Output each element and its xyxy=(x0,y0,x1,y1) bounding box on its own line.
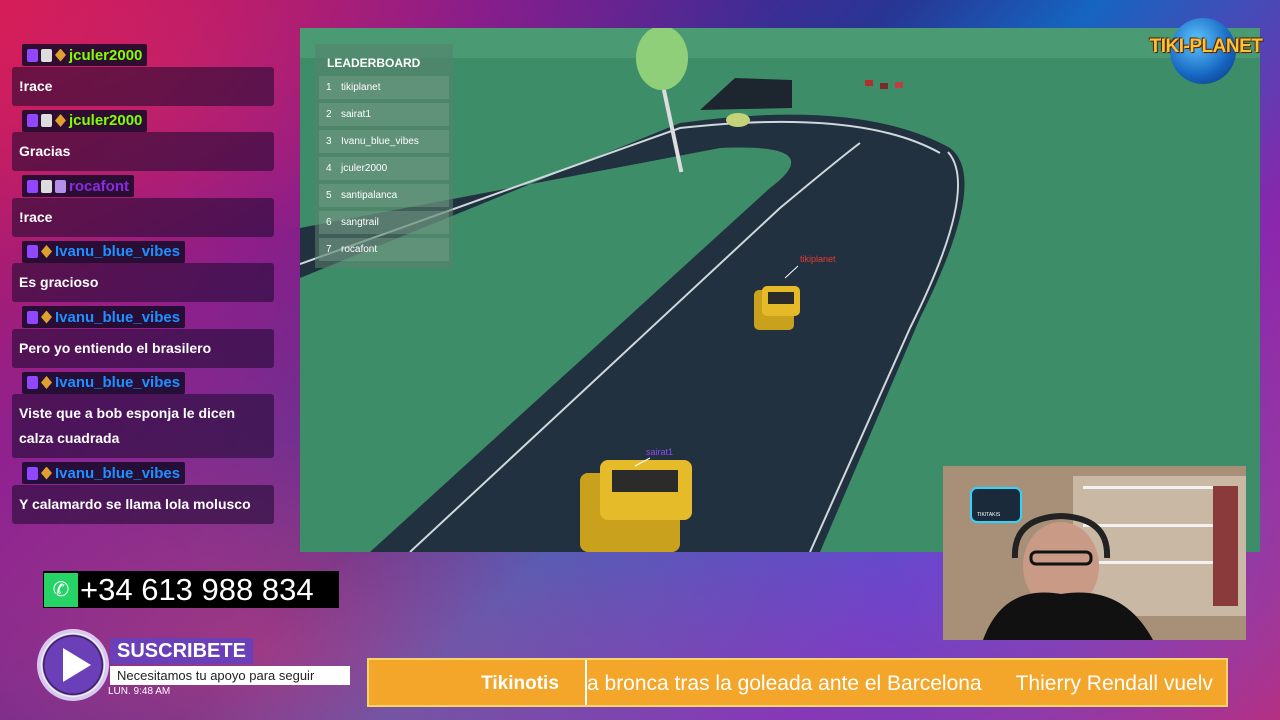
leaderboard-rank: 6 xyxy=(326,217,332,228)
leaderboard-rank: 3 xyxy=(326,136,332,147)
twitch-badge-icon xyxy=(27,466,38,480)
leaderboard-name: santipalanca xyxy=(341,190,398,201)
leaderboard-rank: 1 xyxy=(326,82,332,93)
avatar-badge-icon xyxy=(41,114,52,127)
gem-badge-icon xyxy=(55,114,66,127)
chat-username: jculer2000 xyxy=(69,46,143,64)
chat-text: !race xyxy=(12,197,274,237)
chat-message: rocafont !race xyxy=(12,175,274,237)
chat-username: jculer2000 xyxy=(69,112,143,129)
twitch-badge-icon xyxy=(27,245,38,258)
leaderboard-row: 5 santipalanca xyxy=(319,184,449,207)
webcam-feed: TIKITAKIS xyxy=(943,466,1246,640)
leaderboard-row: 1 tikiplanet xyxy=(319,76,449,99)
gem-badge-icon xyxy=(41,245,52,258)
chat-message: jculer2000 Gracias xyxy=(12,109,274,171)
chat-message: Ivanu_blue_vibes Es gracioso xyxy=(12,240,274,302)
whatsapp-icon: ✆ xyxy=(44,572,78,607)
twitch-badge-icon xyxy=(27,114,38,127)
chat-text: !race xyxy=(12,66,274,106)
leaderboard-row: 6 sangtrail xyxy=(319,211,449,234)
leaderboard-rank: 2 xyxy=(326,109,332,120)
chat-text: Gracias xyxy=(12,132,274,171)
subscribe-title: SUSCRIBETE xyxy=(110,638,253,664)
webcam-sign-text: TIKITAKIS xyxy=(977,512,1001,518)
leaderboard-name: sangtrail xyxy=(341,217,379,228)
gem-badge-icon xyxy=(41,466,52,480)
leaderboard-row: 7 rocafont xyxy=(319,238,449,261)
tiki-planet-logo: TIKI-PLANET xyxy=(1148,18,1264,86)
chat-text: Es gracioso xyxy=(12,263,274,302)
twitch-badge-icon xyxy=(27,179,38,193)
gift-badge-icon xyxy=(55,179,66,193)
leaderboard-name: sairat1 xyxy=(341,109,372,120)
chat-username: Ivanu_blue_vibes xyxy=(55,308,181,326)
leaderboard-title: LEADERBOARD xyxy=(327,56,421,70)
chat-user-tag: Ivanu_blue_vibes xyxy=(22,240,186,263)
car-label-tikiplanet: tikiplanet xyxy=(800,254,836,264)
chat-user-tag: Ivanu_blue_vibes xyxy=(22,306,186,328)
leaderboard-name: jculer2000 xyxy=(341,163,388,174)
chat-username: Ivanu_blue_vibes xyxy=(55,243,181,260)
leaderboard-name: Ivanu_blue_vibes xyxy=(341,136,419,147)
chat-username: Ivanu_blue_vibes xyxy=(55,464,181,482)
chat-user-tag: Ivanu_blue_vibes xyxy=(22,371,186,394)
subscribe-button[interactable] xyxy=(37,629,109,701)
leaderboard-name: tikiplanet xyxy=(341,82,381,93)
chat-user-tag: jculer2000 xyxy=(22,44,148,66)
subscribe-message: Necesitamos tu apoyo para seguir xyxy=(110,666,350,685)
leaderboard-row: 4 jculer2000 xyxy=(319,157,449,180)
chat-text: Y calamardo se llama lola molusco xyxy=(12,484,274,524)
leaderboard-row: 2 sairat1 xyxy=(319,103,449,126)
car-sairat1 xyxy=(580,460,692,552)
gem-badge-icon xyxy=(41,310,52,324)
news-ticker: a bronca tras la goleada ante el Barcelo… xyxy=(367,658,1228,707)
chat-overlay: jculer2000 !race jculer2000 Gracias roca… xyxy=(12,44,274,528)
ticker-label: Tikinotis xyxy=(455,660,587,705)
leaderboard-rank: 5 xyxy=(326,190,332,201)
twitch-badge-icon xyxy=(27,310,38,324)
leaderboard-rank: 4 xyxy=(326,163,332,174)
clock-text: LUN. 9:48 AM xyxy=(108,686,171,697)
chat-message: Ivanu_blue_vibes Viste que a bob esponja… xyxy=(12,371,274,458)
chat-username: Ivanu_blue_vibes xyxy=(55,374,181,391)
leaderboard-panel: LEADERBOARD 1 tikiplanet 2 sairat1 3 Iva… xyxy=(315,44,453,268)
leaderboard-row: 3 Ivanu_blue_vibes xyxy=(319,130,449,153)
ticker-headlines: a bronca tras la goleada ante el Barcelo… xyxy=(587,660,1213,705)
phone-number: +34 613 988 834 xyxy=(80,571,314,607)
chat-username: rocafont xyxy=(69,177,129,195)
contact-bar: ✆ +34 613 988 834 xyxy=(43,571,339,608)
play-icon xyxy=(63,648,91,682)
chat-user-tag: rocafont xyxy=(22,175,134,197)
ticker-headline: Thierry Rendall vuelv xyxy=(1015,672,1213,695)
car-label-sairat1: sairat1 xyxy=(646,447,674,457)
leaderboard-name: rocafont xyxy=(341,244,378,255)
chat-user-tag: Ivanu_blue_vibes xyxy=(22,462,186,484)
twitch-badge-icon xyxy=(27,376,38,389)
twitch-badge-icon xyxy=(27,48,38,62)
chat-message: Ivanu_blue_vibes Pero yo entiendo el bra… xyxy=(12,306,274,368)
chat-text: Viste que a bob esponja le dicen calza c… xyxy=(12,394,274,458)
avatar-badge-icon xyxy=(41,179,52,193)
car-tikiplanet xyxy=(754,286,800,330)
logo-text: TIKI-PLANET xyxy=(1149,36,1263,57)
gem-badge-icon xyxy=(55,48,66,62)
chat-user-tag: jculer2000 xyxy=(22,109,148,132)
gem-badge-icon xyxy=(41,376,52,389)
avatar-badge-icon xyxy=(41,48,52,62)
chat-message: Ivanu_blue_vibes Y calamardo se llama lo… xyxy=(12,462,274,524)
chat-text: Pero yo entiendo el brasilero xyxy=(12,328,274,368)
chat-message: jculer2000 !race xyxy=(12,44,274,106)
ticker-headline: a bronca tras la goleada ante el Barcelo… xyxy=(587,672,982,695)
leaderboard-rank: 7 xyxy=(326,244,332,255)
